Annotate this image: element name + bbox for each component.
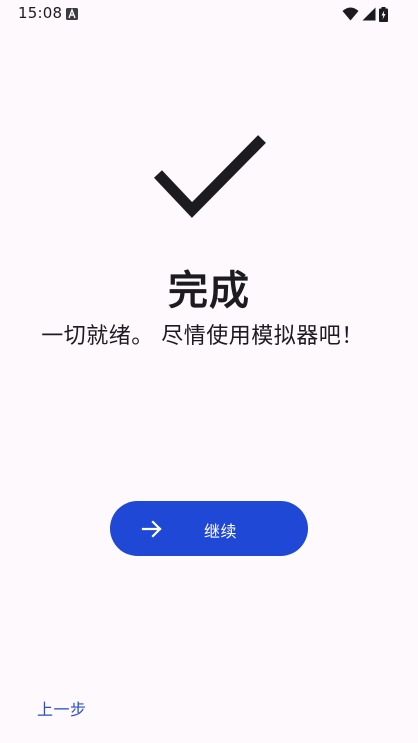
page-title: 完成 (168, 268, 250, 314)
arrow-right-icon (141, 520, 162, 538)
page-subtitle: 一切就绪。 尽情使用模拟器吧！ (41, 324, 364, 349)
battery-charging-icon (379, 6, 388, 22)
continue-button-label: 继续 (204, 522, 238, 541)
checkmark-icon (154, 135, 266, 218)
status-time: 15:08 (18, 4, 63, 22)
keyboard-a-icon (66, 8, 78, 20)
continue-button[interactable]: 继续 (110, 501, 308, 556)
cell-signal-icon (362, 7, 376, 21)
status-bar: 15:08 (0, 0, 418, 28)
back-button[interactable]: 上一步 (37, 696, 87, 720)
status-icons (342, 6, 388, 22)
wifi-icon (342, 7, 359, 21)
